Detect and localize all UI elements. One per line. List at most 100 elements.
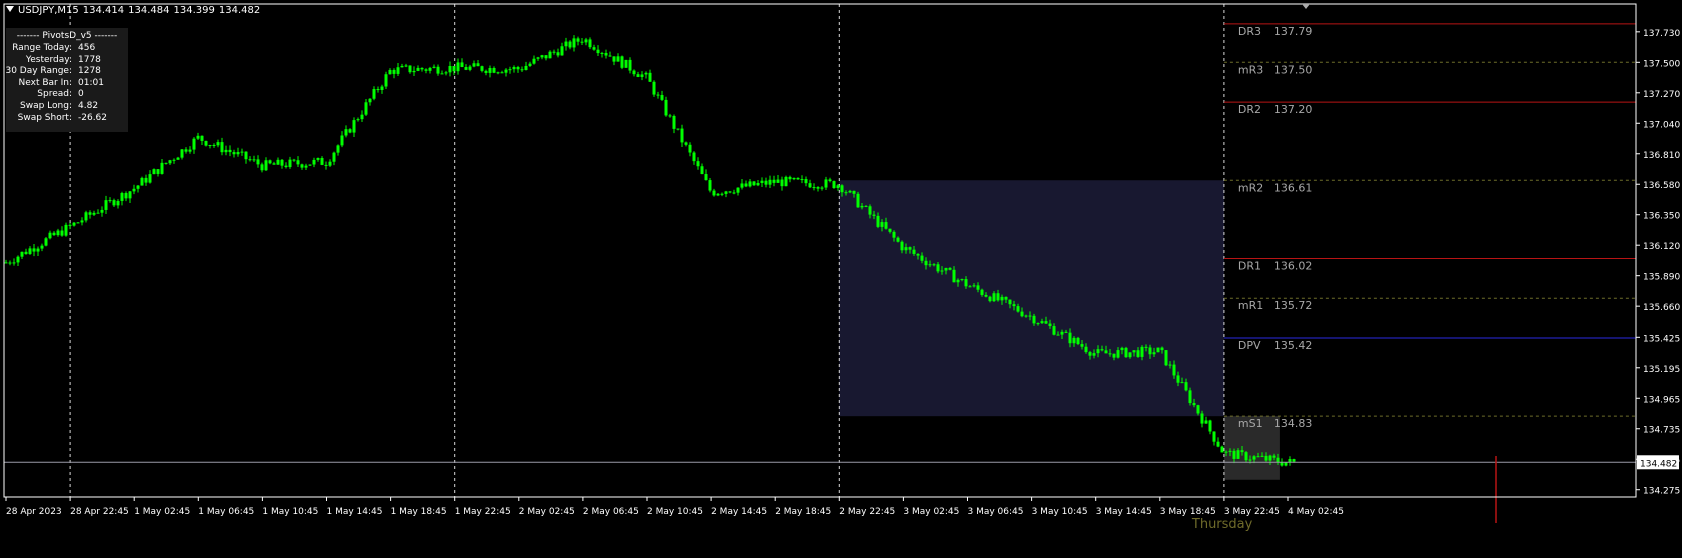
- candle-body: [996, 293, 1000, 301]
- candle-body: [1008, 299, 1012, 305]
- info-label: Swap Long:: [20, 100, 72, 111]
- candle-body: [12, 262, 16, 264]
- candle-body: [604, 52, 608, 56]
- candle-body: [764, 180, 768, 185]
- candle-body: [272, 163, 276, 165]
- candle-body: [484, 70, 488, 73]
- candle-body: [1208, 420, 1212, 432]
- candle-body: [628, 59, 632, 71]
- info-value: 4.82: [78, 100, 99, 111]
- candle-body: [196, 135, 200, 139]
- candle-body: [236, 152, 240, 155]
- candle-body: [796, 177, 800, 180]
- x-tick-label: 2 May 02:45: [519, 507, 575, 517]
- candle-body: [1292, 459, 1296, 462]
- candle-body: [1116, 350, 1120, 358]
- candle-body: [728, 191, 732, 193]
- candle-body: [1032, 315, 1036, 324]
- candle-body: [700, 166, 704, 175]
- y-tick-label: 136.810: [1643, 151, 1680, 161]
- pivot-name-mr3: mR3: [1238, 63, 1263, 76]
- candle-body: [360, 114, 364, 120]
- candle-body: [60, 230, 64, 236]
- candle-body: [1100, 349, 1104, 351]
- candle-body: [100, 209, 104, 213]
- candle-body: [1244, 452, 1248, 461]
- candle-body: [1148, 347, 1152, 355]
- candle-body: [940, 270, 944, 272]
- candle-body: [444, 72, 448, 74]
- candle-body: [500, 72, 504, 74]
- ohlc-open: 134.414: [82, 5, 125, 16]
- candle-body: [1284, 462, 1288, 466]
- pivot-name-dpv: DPV: [1238, 339, 1261, 352]
- candle-body: [664, 99, 668, 116]
- candle-body: [572, 38, 576, 48]
- candle-body: [904, 247, 908, 251]
- candle-body: [1188, 390, 1192, 404]
- candle-body: [716, 193, 720, 196]
- candle-body: [596, 49, 600, 54]
- candle-body: [1124, 347, 1128, 358]
- chart-menu-icon[interactable]: [6, 6, 14, 12]
- candle-body: [840, 185, 844, 193]
- candle-body: [400, 65, 404, 68]
- candle-body: [1152, 352, 1156, 355]
- candle-body: [1280, 462, 1284, 466]
- pivot-value-dr3: 137.79: [1274, 25, 1313, 38]
- candle-body: [1268, 455, 1272, 461]
- candle-body: [476, 63, 480, 67]
- y-tick-label: 137.270: [1643, 90, 1680, 100]
- candle-body: [4, 262, 8, 264]
- candle-body: [1200, 413, 1204, 424]
- candle-body: [1272, 455, 1276, 458]
- candle-body: [512, 67, 516, 70]
- price-chart[interactable]: DR3 137.79 mR3 137.50 DR2 137.20 mR2 136.61 DR1 1…: [0, 0, 1682, 558]
- candle-body: [280, 159, 284, 166]
- candle-body: [384, 74, 388, 87]
- info-label: Yesterday:: [25, 54, 72, 65]
- candle-body: [320, 157, 324, 165]
- candle-body: [344, 129, 348, 136]
- info-value: 0: [78, 89, 84, 100]
- candle-body: [932, 264, 936, 266]
- candle-body: [492, 67, 496, 73]
- y-tick-label: 134.735: [1643, 426, 1680, 436]
- candle-body: [436, 66, 440, 74]
- ohlc-high: 134.484: [128, 5, 170, 16]
- pivot-value-mr3: 137.50: [1274, 63, 1313, 76]
- candle-body: [408, 65, 412, 73]
- info-row: Next Bar In: 01:01: [6, 78, 128, 90]
- candle-body: [192, 138, 196, 150]
- candle-body: [860, 205, 864, 208]
- y-tick-label: 137.040: [1643, 120, 1680, 130]
- candle-body: [432, 66, 436, 68]
- info-value: 1278: [78, 66, 101, 77]
- candle-body: [1104, 350, 1108, 354]
- candle-body: [80, 220, 84, 223]
- candle-body: [864, 205, 868, 207]
- info-label: 30 Day Range:: [5, 66, 72, 77]
- candle-body: [912, 249, 916, 254]
- candle-body: [120, 193, 124, 201]
- info-label: Range Today:: [12, 43, 72, 53]
- y-tick-label: 136.120: [1643, 242, 1680, 252]
- candle-body: [468, 66, 472, 70]
- candle-body: [888, 228, 892, 232]
- x-tick-label: 1 May 22:45: [455, 507, 511, 517]
- candle-body: [576, 38, 580, 42]
- candle-body: [1028, 315, 1032, 317]
- candle-body: [1168, 364, 1172, 366]
- info-value: -26.62: [78, 112, 108, 123]
- candle-body: [884, 222, 888, 229]
- candle-body: [244, 151, 248, 160]
- candle-body: [180, 149, 184, 158]
- candle-body: [936, 264, 940, 272]
- y-tick-label: 137.730: [1643, 29, 1680, 39]
- day-label: Thursday: [1191, 517, 1253, 532]
- x-tick-label: 1 May 06:45: [198, 507, 254, 517]
- pivot-name-dr3: DR3: [1238, 25, 1261, 38]
- candle-body: [960, 279, 964, 281]
- pivot-name-mr2: mR2: [1238, 181, 1263, 194]
- y-tick-label: 137.500: [1643, 59, 1680, 69]
